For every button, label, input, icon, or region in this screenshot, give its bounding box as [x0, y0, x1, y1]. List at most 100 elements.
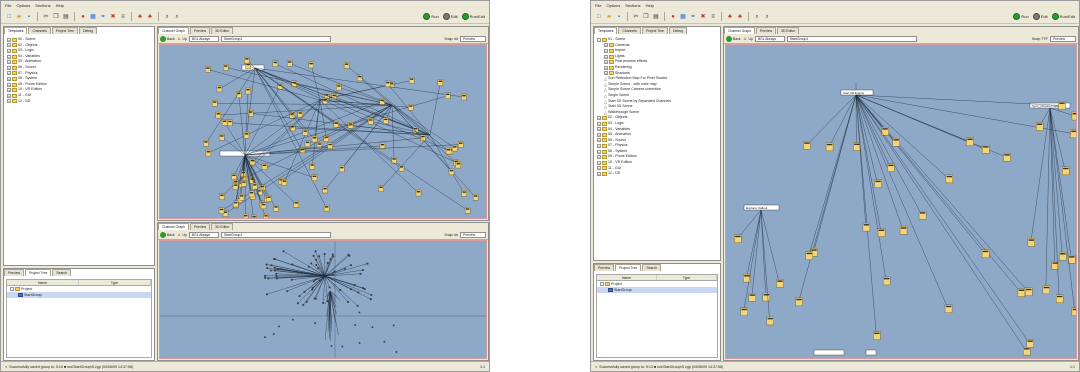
- column-type[interactable]: Type: [79, 280, 151, 285]
- tab-search[interactable]: Search: [52, 269, 72, 276]
- menu-help[interactable]: Help: [646, 3, 654, 8]
- expand-icon[interactable]: +: [604, 71, 608, 76]
- back-button[interactable]: Back: [726, 36, 741, 42]
- tab-channel-graph[interactable]: Channel Graph: [158, 27, 189, 34]
- graph-canvas[interactable]: Start 3D Engine Explorer Callout Sync_Chan…: [725, 44, 1077, 359]
- expand-icon[interactable]: +: [7, 76, 11, 81]
- expand-icon[interactable]: +: [7, 37, 11, 42]
- paste-icon[interactable]: ▤: [62, 13, 70, 21]
- group-path[interactable]: StartGroup1: [220, 232, 331, 238]
- menu-options[interactable]: Options: [16, 3, 30, 8]
- tab-preview[interactable]: Preview: [756, 27, 777, 34]
- expand-icon[interactable]: +: [597, 116, 601, 121]
- column-type[interactable]: Type: [657, 275, 717, 280]
- expand-icon[interactable]: +: [7, 54, 11, 59]
- expand-icon[interactable]: +: [7, 88, 11, 93]
- expand-icon[interactable]: +: [604, 48, 608, 53]
- align-icon[interactable]: ≡: [119, 13, 127, 21]
- record-icon[interactable]: ●: [669, 13, 677, 21]
- tree-alt-icon[interactable]: ♣: [736, 13, 744, 21]
- zoom-in-icon[interactable]: ⌕: [163, 13, 171, 21]
- startgroup-row[interactable]: StartGroup: [597, 287, 717, 293]
- tab-project-tree[interactable]: Project Tree: [615, 264, 642, 271]
- expand-icon[interactable]: +: [597, 149, 601, 154]
- expand-icon[interactable]: +: [597, 138, 601, 143]
- copy-icon[interactable]: ❐: [642, 13, 650, 21]
- expand-icon[interactable]: +: [7, 43, 11, 48]
- graph-canvas-bottom[interactable]: [159, 240, 487, 359]
- edit-button[interactable]: Edit: [1032, 13, 1048, 20]
- menu-file[interactable]: File: [5, 3, 11, 8]
- tab-channel-graph[interactable]: Channel Graph: [724, 27, 755, 34]
- tab-channel-graph[interactable]: Channel Graph: [158, 223, 189, 230]
- link-icon[interactable]: ⚭: [99, 13, 107, 21]
- run-button[interactable]: Run: [1013, 13, 1029, 20]
- menu-sections[interactable]: Sections: [35, 3, 50, 8]
- tab-channels[interactable]: Channels: [618, 27, 641, 34]
- startgroup-row[interactable]: StartGroup: [7, 292, 151, 298]
- tab-project-tree[interactable]: Project Tree: [51, 27, 79, 34]
- column-name[interactable]: Name: [597, 275, 657, 280]
- record-icon[interactable]: ●: [79, 13, 87, 21]
- menu-help[interactable]: Help: [56, 3, 64, 8]
- expand-icon[interactable]: +: [597, 144, 601, 149]
- filter-select[interactable]: BGL Always: [754, 36, 785, 42]
- expand-icon[interactable]: +: [7, 71, 11, 76]
- back-button[interactable]: Back: [160, 36, 175, 42]
- tab-templates[interactable]: Templates: [594, 27, 618, 34]
- expand-icon[interactable]: +: [7, 60, 11, 65]
- up-button[interactable]: ▲ Up: [177, 232, 187, 238]
- new-icon[interactable]: □: [5, 13, 13, 21]
- expand-icon[interactable]: +: [597, 172, 601, 177]
- run-edit-button[interactable]: Run/Edit: [1051, 13, 1075, 20]
- menu-options[interactable]: Options: [606, 3, 620, 8]
- grid-icon[interactable]: ▦: [89, 13, 97, 21]
- expand-icon[interactable]: +: [7, 48, 11, 53]
- expand-icon[interactable]: -: [10, 287, 14, 291]
- expand-icon[interactable]: +: [604, 65, 608, 70]
- tab-templates[interactable]: Templates: [4, 27, 28, 34]
- tree-item[interactable]: +12 - DD: [7, 99, 151, 105]
- paste-icon[interactable]: ▤: [652, 13, 660, 21]
- tab-project-tree[interactable]: Project Tree: [25, 269, 52, 276]
- tab-preview[interactable]: Preview: [4, 269, 25, 276]
- expand-icon[interactable]: -: [597, 37, 601, 42]
- filter-select[interactable]: BGL Always: [188, 232, 219, 238]
- expand-icon[interactable]: +: [7, 65, 11, 70]
- tab-preview[interactable]: Preview: [190, 223, 211, 230]
- cut-icon[interactable]: ✂: [42, 13, 50, 21]
- delete-icon[interactable]: ✖: [699, 13, 707, 21]
- copy-icon[interactable]: ❐: [52, 13, 60, 21]
- expand-icon[interactable]: +: [604, 54, 608, 59]
- link-icon[interactable]: ⚭: [689, 13, 697, 21]
- expand-icon[interactable]: +: [597, 121, 601, 126]
- tab-preview[interactable]: Preview: [190, 27, 211, 34]
- open-icon[interactable]: ▰: [15, 13, 23, 21]
- group-path[interactable]: StartGroup1: [220, 36, 331, 42]
- expand-icon[interactable]: -: [600, 282, 604, 286]
- tab-channels[interactable]: Channels: [28, 27, 51, 34]
- new-icon[interactable]: □: [595, 13, 603, 21]
- expand-icon[interactable]: +: [604, 43, 608, 48]
- tab-3d-editor[interactable]: 3D Editor: [777, 27, 800, 34]
- graph-canvas-top[interactable]: [159, 44, 487, 219]
- expand-icon[interactable]: +: [7, 82, 11, 87]
- tab-3d-editor[interactable]: 3D Editor: [211, 223, 234, 230]
- expand-icon[interactable]: +: [597, 155, 601, 160]
- open-icon[interactable]: ▰: [605, 13, 613, 21]
- tab-debug[interactable]: Debug: [669, 27, 688, 34]
- align-icon[interactable]: ≡: [709, 13, 717, 21]
- expand-icon[interactable]: +: [604, 60, 608, 65]
- expand-icon[interactable]: +: [597, 132, 601, 137]
- menu-file[interactable]: File: [595, 3, 601, 8]
- column-name[interactable]: Name: [7, 280, 79, 285]
- delete-icon[interactable]: ✖: [109, 13, 117, 21]
- zoom-in-icon[interactable]: ⌕: [753, 13, 761, 21]
- expand-icon[interactable]: +: [7, 99, 11, 104]
- edit-button[interactable]: Edit: [442, 13, 458, 20]
- filter-select[interactable]: BGL Always: [188, 36, 219, 42]
- tab-debug[interactable]: Debug: [79, 27, 98, 34]
- tree-alt-icon[interactable]: ♣: [146, 13, 154, 21]
- tree-item[interactable]: +12 - DD: [597, 171, 717, 177]
- grid-icon[interactable]: ▦: [679, 13, 687, 21]
